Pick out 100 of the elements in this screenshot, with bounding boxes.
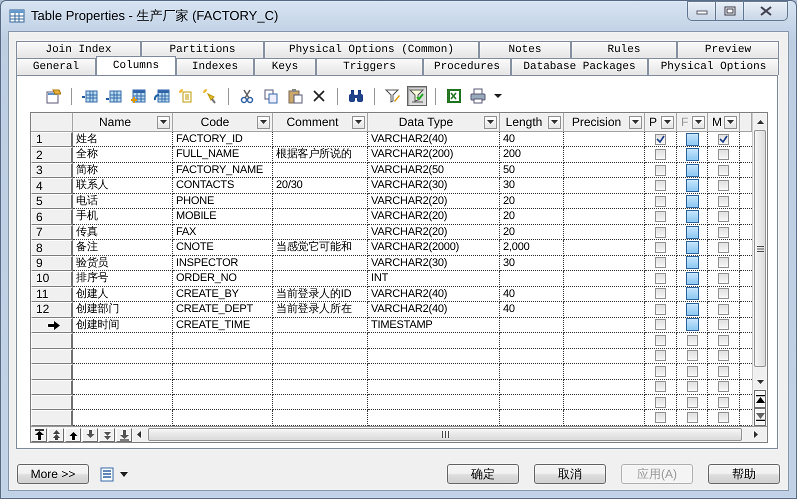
checkbox[interactable]	[686, 350, 698, 362]
scroll-thumb[interactable]	[754, 130, 766, 367]
checkbox[interactable]	[718, 257, 729, 268]
checkbox[interactable]	[718, 350, 729, 362]
checkbox[interactable]	[718, 226, 729, 238]
list-icon[interactable]	[100, 466, 114, 482]
row-number[interactable]: 4	[31, 178, 73, 194]
filter-button[interactable]	[407, 86, 427, 106]
dropdown-button[interactable]	[629, 116, 642, 128]
column-header[interactable]: Comment	[273, 113, 368, 131]
tab[interactable]: Triggers	[316, 58, 423, 75]
checkbox[interactable]	[718, 149, 729, 160]
checkbox[interactable]	[718, 334, 729, 346]
minimize-button[interactable]	[687, 1, 715, 21]
checkbox[interactable]	[655, 396, 666, 408]
checkbox[interactable]	[655, 149, 666, 160]
row-number[interactable]: 9	[31, 256, 73, 272]
dropdown-button[interactable]	[548, 116, 561, 128]
scroll-bottom-button[interactable]	[754, 408, 766, 426]
tab[interactable]: Physical Options (Common)	[264, 41, 479, 58]
row-number[interactable]: 12	[31, 302, 73, 318]
tab[interactable]: Indexes	[176, 58, 254, 75]
tab[interactable]: Keys	[254, 58, 316, 75]
column-header[interactable]: P	[645, 113, 677, 131]
dialog-button[interactable]: 帮助	[708, 464, 780, 484]
checkbox[interactable]	[686, 334, 698, 346]
checkbox[interactable]	[655, 257, 666, 268]
column-header[interactable]: Precision	[564, 113, 645, 131]
checkbox[interactable]	[655, 164, 666, 176]
checkbox[interactable]	[718, 196, 729, 207]
dropdown-button[interactable]	[257, 116, 270, 128]
checkbox[interactable]	[655, 180, 666, 192]
move-bottom-button[interactable]	[116, 428, 132, 442]
row-number[interactable]: 1	[31, 132, 73, 148]
tab[interactable]: Join Index	[16, 41, 141, 58]
caret-icon[interactable]	[120, 472, 128, 476]
checkbox[interactable]	[655, 304, 666, 315]
checkbox[interactable]	[655, 226, 666, 238]
checkbox[interactable]	[655, 134, 666, 145]
page-up-button[interactable]	[48, 428, 64, 442]
checkbox[interactable]	[718, 366, 729, 377]
checkbox[interactable]	[686, 396, 698, 408]
checkbox[interactable]	[686, 381, 698, 392]
checkbox[interactable]	[718, 304, 729, 315]
print-button[interactable]	[468, 86, 488, 106]
row-number[interactable]: 2	[31, 147, 73, 163]
dropdown-button[interactable]	[661, 116, 674, 128]
checkbox[interactable]	[718, 242, 729, 254]
checkbox[interactable]	[655, 272, 666, 284]
row-number[interactable]: 6	[31, 209, 73, 225]
checkbox[interactable]	[686, 366, 698, 377]
more-button[interactable]: More >>	[17, 464, 89, 484]
checkbox[interactable]	[655, 288, 666, 300]
dropdown-button[interactable]	[352, 116, 365, 128]
checkbox[interactable]	[655, 381, 666, 392]
row-number[interactable]: 11	[31, 286, 73, 302]
dialog-button[interactable]: 确定	[447, 464, 519, 484]
dropdown-button[interactable]	[484, 116, 497, 128]
tab[interactable]: Preview	[677, 41, 779, 58]
checkbox[interactable]	[655, 366, 666, 377]
row-number[interactable]: 3	[31, 162, 73, 178]
move-top-button[interactable]	[31, 428, 47, 442]
row-number[interactable]: 5	[31, 194, 73, 210]
checkbox[interactable]	[655, 196, 666, 207]
checkbox[interactable]	[686, 412, 698, 424]
checkbox[interactable]	[718, 134, 729, 145]
dropdown-button[interactable]	[724, 116, 737, 128]
checkbox[interactable]	[718, 381, 729, 392]
column-header[interactable]: Data Type	[368, 113, 500, 131]
checkbox[interactable]	[655, 242, 666, 254]
row-number[interactable]: 7	[31, 224, 73, 240]
tab[interactable]: Partitions	[141, 41, 264, 58]
close-button[interactable]	[743, 1, 788, 21]
checkbox[interactable]	[718, 288, 729, 300]
column-header[interactable]: Name	[73, 113, 173, 131]
tab[interactable]: Physical Options	[648, 58, 779, 75]
tab[interactable]: Rules	[571, 41, 677, 58]
tab[interactable]: General	[16, 58, 96, 75]
row-number[interactable]: 10	[31, 271, 73, 287]
column-header[interactable]: M	[708, 113, 740, 131]
move-down-button[interactable]	[82, 428, 98, 442]
tab[interactable]: Columns	[96, 56, 176, 75]
row-number[interactable]: 8	[31, 240, 73, 256]
checkbox[interactable]	[718, 164, 729, 176]
scroll-thumb[interactable]	[148, 428, 742, 441]
excel-button[interactable]	[444, 86, 464, 106]
scroll-top-button[interactable]	[754, 390, 766, 408]
row-header[interactable]	[31, 318, 73, 334]
checkbox[interactable]	[655, 319, 666, 330]
tab[interactable]: Database Packages	[511, 58, 648, 75]
checkbox[interactable]	[718, 272, 729, 284]
column-header[interactable]: Code	[173, 113, 273, 131]
dialog-button[interactable]: 取消	[534, 464, 606, 484]
move-up-button[interactable]	[65, 428, 81, 442]
maximize-button[interactable]	[715, 1, 743, 21]
checkbox[interactable]	[718, 180, 729, 192]
checkbox[interactable]	[655, 211, 666, 222]
dropdown-button[interactable]	[157, 116, 170, 128]
checkbox[interactable]	[718, 211, 729, 222]
checkbox[interactable]	[655, 350, 666, 362]
